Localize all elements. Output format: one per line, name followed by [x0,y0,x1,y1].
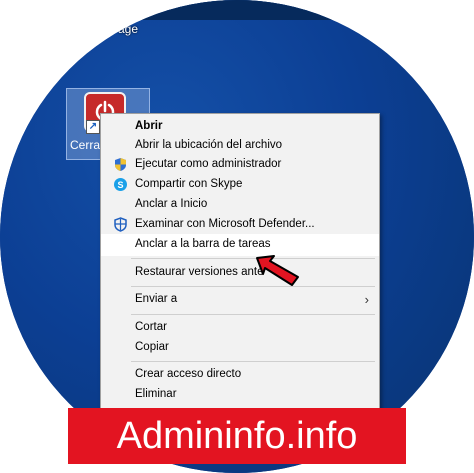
shortcut-arrow-icon: ↗ [86,120,100,134]
menu-separator [131,258,375,259]
svg-text:S: S [117,180,123,190]
watermark-text: Admininfo.info [116,415,358,457]
menu-item-anclar-inicio[interactable]: Anclar a Inicio [101,194,379,216]
menu-separator [131,361,375,362]
uac-shield-icon [115,158,126,171]
menu-item-restaurar-versiones[interactable]: Restaurar versiones ante [101,262,379,284]
chevron-right-icon: › [364,292,369,307]
red-pointer-arrow-icon [256,255,299,286]
circular-frame: age ↗ Cerrar Abrir Abrir la ubicación de… [0,0,474,473]
top-strip [0,0,474,20]
desktop-top-label: age [118,22,139,36]
menu-separator [131,286,375,287]
menu-item-crear-acceso-directo[interactable]: Crear acceso directo [101,364,379,386]
menu-item-skype[interactable]: S Compartir con Skype [101,174,379,196]
desktop-icon-label[interactable]: Cerrar [70,138,104,152]
skype-icon: S [114,178,127,191]
menu-item-defender[interactable]: Examinar con Microsoft Defender... [101,214,379,236]
menu-item-enviar-a[interactable]: Enviar a › [101,289,379,311]
menu-item-ejecutar-admin[interactable]: Ejecutar como administrador [101,154,379,176]
menu-item-anclar-barra-tareas[interactable]: Anclar a la barra de tareas [101,234,379,256]
menu-item-copiar[interactable]: Copiar [101,337,379,359]
menu-item-cortar[interactable]: Cortar [101,317,379,339]
context-menu: Abrir Abrir la ubicación del archivo Eje… [100,113,380,415]
menu-separator [131,314,375,315]
defender-icon [114,217,127,232]
watermark-banner: Admininfo.info [68,408,406,464]
menu-item-eliminar[interactable]: Eliminar [101,384,379,406]
